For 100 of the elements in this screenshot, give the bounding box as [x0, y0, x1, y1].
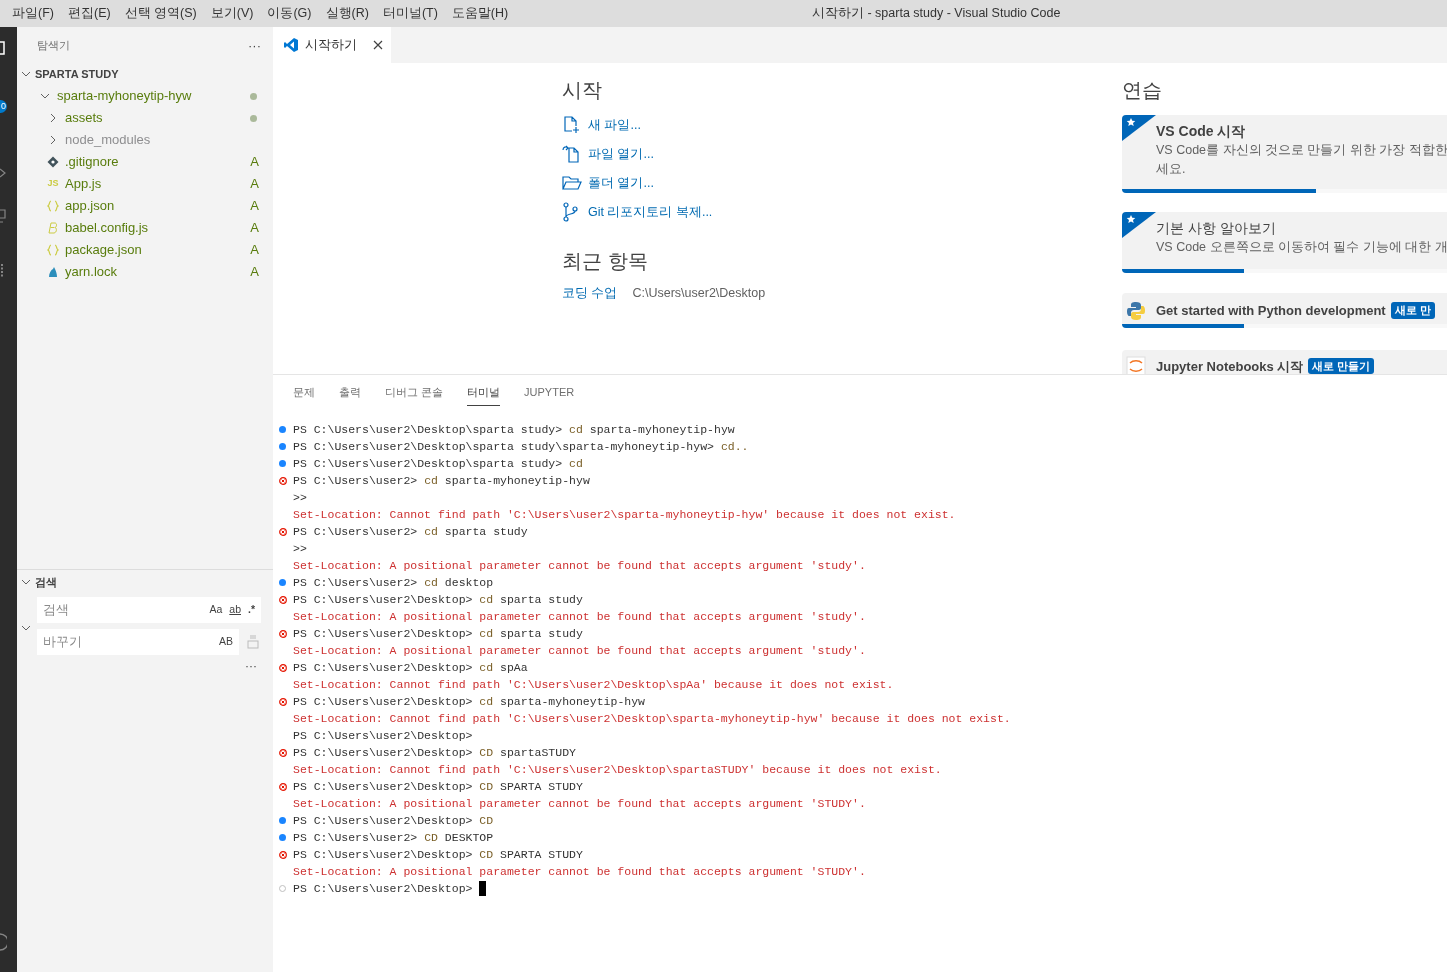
terminal-line: PS C:\Users\user2\Desktop> CD SPARTA STUDY — [293, 847, 583, 863]
chevron-down-icon — [21, 577, 31, 587]
replace-field[interactable]: 바꾸기 AB — [37, 629, 239, 655]
panel-tab[interactable]: 디버그 콘솔 — [385, 380, 444, 406]
walkthrough-card[interactable]: Jupyter Notebooks 시작 새로 만들기 — [1122, 350, 1447, 374]
folder-title: SPARTA STUDY — [35, 66, 119, 82]
file-tree-item[interactable]: .gitignore A — [17, 151, 273, 173]
menu-item[interactable]: 보기(V) — [203, 4, 261, 23]
menu-item[interactable]: 편집(E) — [60, 4, 118, 23]
file-tree-item[interactable]: JS App.js A — [17, 173, 273, 195]
error-message: Set-Location: A positional parameter cannot be found that accepts argument 'study'. — [293, 609, 866, 625]
terminal-line: PS C:\Users\user2\Desktop> CD — [293, 813, 494, 829]
star-ribbon-icon — [1122, 212, 1156, 238]
panel-tab[interactable]: 출력 — [339, 380, 361, 406]
sidebar-title: 탐색기 — [37, 38, 70, 54]
git-status: A — [250, 175, 259, 194]
open-file-icon — [562, 145, 582, 163]
chevron-down-icon — [21, 69, 31, 79]
more-button[interactable]: ··· — [248, 35, 261, 56]
file-tree-item[interactable]: package.json A — [17, 239, 273, 261]
branch-icon — [562, 202, 580, 222]
error-circle-icon[interactable] — [279, 476, 287, 485]
menu-item[interactable]: 파일(F) — [0, 4, 61, 23]
terminal-line: PS C:\Users\user2\Desktop> CD spartaSTUDY — [293, 745, 576, 761]
folder-icon — [562, 175, 582, 191]
terminal-line: PS C:\Users\user2\Desktop> cd sparta study — [293, 626, 583, 642]
panel-tab[interactable]: 터미널 — [467, 380, 501, 406]
walkthrough-card[interactable]: Get started with Python development 새로 만 — [1122, 293, 1447, 328]
terminal-line: >> — [293, 490, 307, 506]
vscode-logo-icon — [283, 37, 299, 53]
new-badge: 새로 만 — [1390, 302, 1435, 319]
new-badge: 새로 만들기 — [1308, 357, 1375, 374]
start-link[interactable]: 파일 열기... — [562, 144, 1122, 164]
error-message: Set-Location: Cannot find path 'C:\Users\user2\Desktop\spAa' because it does not exist. — [293, 677, 894, 693]
search-header[interactable]: 검색 — [17, 571, 273, 593]
error-message: Set-Location: A positional parameter cannot be found that accepts argument 'STUDY'. — [293, 864, 866, 880]
terminal-line: PS C:\Users\user2\Desktop\sparta study\sparta-myhoneytip-hyw> cd.. — [293, 439, 749, 455]
file-tree-item[interactable]: assets — [17, 107, 273, 129]
menu-item[interactable]: 선택 영역(S) — [117, 4, 204, 23]
close-icon[interactable] — [373, 40, 383, 50]
card-title: Jupyter Notebooks 시작 — [1156, 357, 1304, 374]
card-title: 기본 사항 알아보기 — [1156, 219, 1277, 237]
run-icon[interactable] — [0, 168, 6, 178]
file-name: node_modules — [65, 131, 152, 150]
file-name: App.js — [65, 175, 103, 194]
walkthrough-card[interactable]: 기본 사항 알아보기 VS Code 오른쪽으로 이동하여 필수 기능에 대한 개 — [1122, 212, 1447, 273]
menu-item[interactable]: 실행(R) — [318, 4, 376, 23]
preserve-case-option[interactable]: AB — [219, 634, 233, 650]
folder-header[interactable]: SPARTA STUDY — [17, 63, 273, 85]
error-circle-icon[interactable] — [279, 697, 287, 706]
grid-icon[interactable] — [0, 263, 6, 279]
more-button[interactable]: ··· — [245, 661, 257, 671]
git-status: A — [250, 241, 259, 260]
terminal-line: PS C:\Users\user2\Desktop\sparta study> cd sparta-myhoneytip-hyw — [293, 422, 735, 438]
file-name: sparta-myhoneytip-hyw — [57, 87, 193, 106]
star-ribbon-icon — [1122, 115, 1156, 141]
tab-label: 시작하기 — [305, 36, 357, 55]
menu-item[interactable]: 도움말(H) — [444, 4, 516, 23]
file-tree-item[interactable]: app.json A — [17, 195, 273, 217]
error-circle-icon[interactable] — [279, 629, 287, 638]
error-circle-icon[interactable] — [279, 595, 287, 604]
error-circle-icon[interactable] — [279, 527, 287, 536]
card-title: Get started with Python development — [1156, 302, 1386, 319]
card-description: VS Code 오른쪽으로 이동하여 필수 기능에 대한 개 — [1156, 239, 1447, 256]
panel-tab[interactable]: 문제 — [293, 380, 315, 406]
card-description: 세요. — [1156, 161, 1187, 178]
file-name: assets — [65, 109, 104, 128]
search-option[interactable]: .* — [248, 602, 255, 618]
menu-item[interactable]: 이동(G) — [260, 4, 319, 23]
terminal-line: PS C:\Users\user2\Desktop> cd sparta study — [293, 592, 583, 608]
editor-tab[interactable]: 시작하기 — [273, 27, 391, 63]
chevron-down-icon — [40, 91, 50, 101]
terminal-line: PS C:\Users\user2\Desktop> — [293, 728, 473, 744]
section-heading: 최근 항목 — [562, 249, 649, 274]
terminal-line: PS C:\Users\user2\Desktop> — [293, 881, 473, 897]
card-description: VS Code를 자신의 것으로 만들기 위한 가장 적합한 — [1156, 142, 1447, 159]
terminal-line: PS C:\Users\user2> cd desktop — [293, 575, 494, 591]
walkthrough-card[interactable]: VS Code 시작 VS Code를 자신의 것으로 만들기 위한 가장 적합한 세요. — [1122, 115, 1447, 193]
menu-item[interactable]: 터미널(T) — [375, 4, 445, 23]
search-option[interactable]: ab — [229, 602, 241, 618]
error-circle-icon[interactable] — [279, 782, 287, 791]
files-icon[interactable] — [0, 41, 6, 55]
file-tree-item[interactable]: yarn.lock A — [17, 261, 273, 283]
start-link[interactable]: Git 리포지토리 복제... — [562, 202, 1122, 222]
error-circle-icon[interactable] — [279, 748, 287, 757]
search-field[interactable]: 검색 Aa ab .* — [37, 597, 261, 623]
file-tree-item[interactable]: babel.config.js A — [17, 217, 273, 239]
start-link[interactable]: 새 파일... — [562, 115, 1122, 135]
recent-link[interactable]: 코딩 수업 — [562, 284, 618, 303]
braces-icon — [47, 200, 59, 212]
error-circle-icon[interactable] — [279, 850, 287, 859]
file-tree-item[interactable]: sparta-myhoneytip-hyw — [17, 85, 273, 107]
git-status: A — [250, 153, 259, 172]
start-link[interactable]: 폴더 열기... — [562, 173, 1122, 193]
error-message: Set-Location: Cannot find path 'C:\Users\user2\Desktop\sparta-myhoneytip-hyw' because it does not exist. — [293, 711, 1011, 727]
panel-tab[interactable]: JUPYTER — [524, 380, 575, 406]
error-circle-icon[interactable] — [279, 663, 287, 672]
file-name: app.json — [65, 197, 116, 216]
braces-icon — [47, 244, 59, 256]
search-option[interactable]: Aa — [209, 602, 223, 618]
